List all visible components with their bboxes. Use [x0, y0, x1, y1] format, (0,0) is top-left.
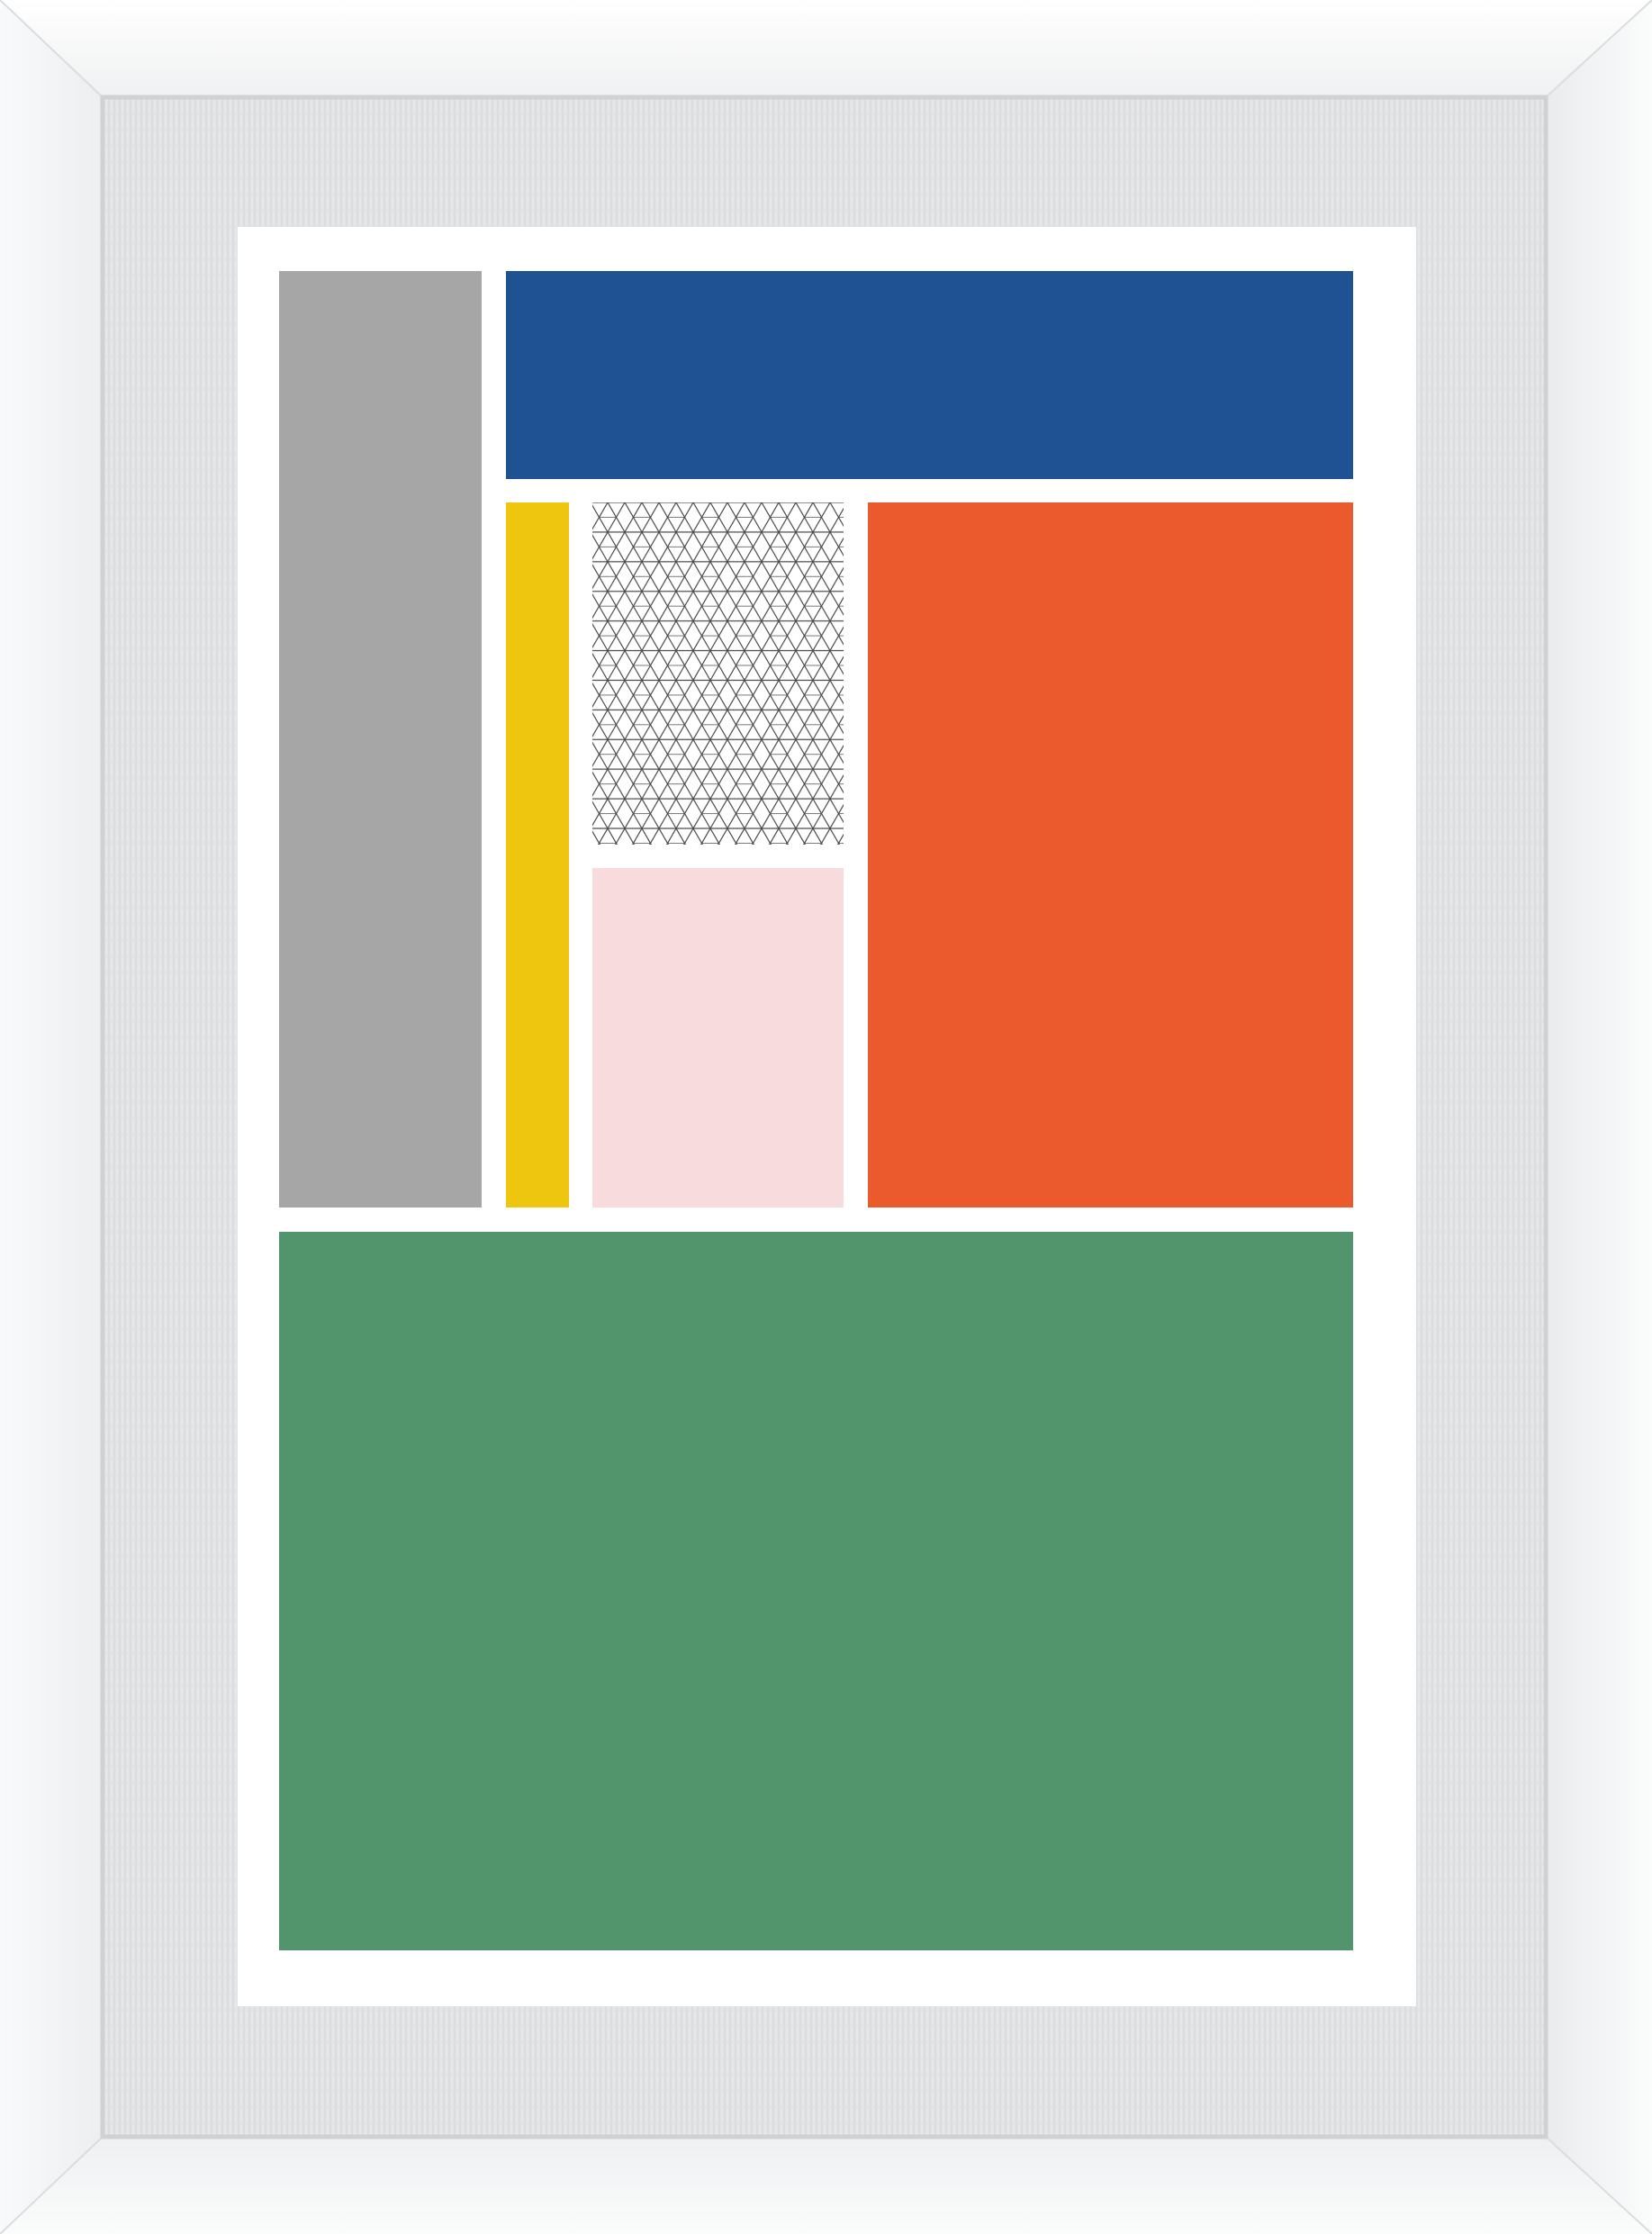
frame-right: [1546, 0, 1652, 2234]
blue-block: [506, 271, 1353, 479]
yellow-block: [506, 502, 569, 1207]
frame-svg: [0, 0, 1652, 2234]
framed-artwork: [0, 0, 1652, 2234]
gray-block: [279, 271, 482, 1207]
frame-left: [0, 0, 103, 2234]
orange-block: [868, 502, 1353, 1207]
pattern-block: [592, 502, 844, 845]
green-block: [279, 1232, 1353, 1950]
pink-block: [592, 868, 844, 1207]
frame-top: [0, 0, 1652, 97]
frame-bottom: [0, 2137, 1652, 2234]
